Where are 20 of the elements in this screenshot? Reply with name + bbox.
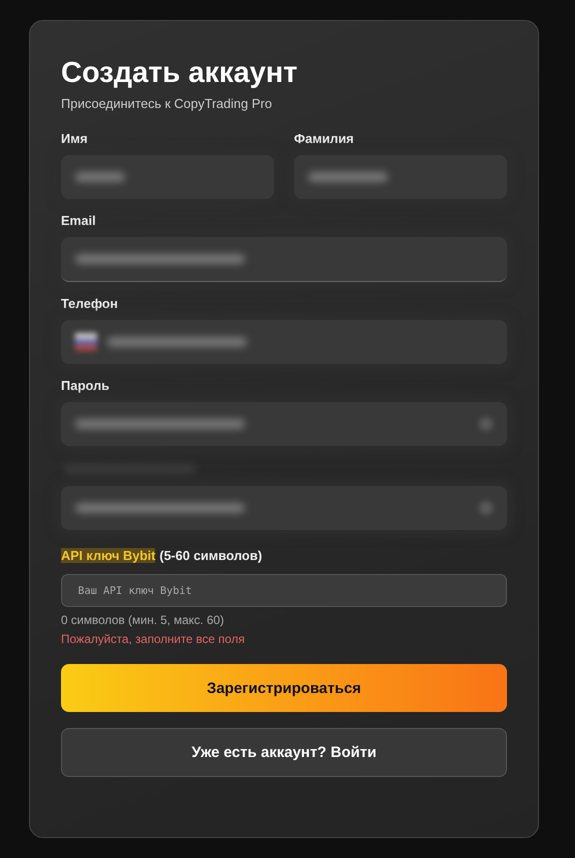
login-button[interactable]: Уже есть аккаунт? Войти	[61, 728, 507, 777]
api-key-input[interactable]: Ваш API ключ Bybit	[61, 574, 507, 607]
highlighted-label: API ключ Bybit	[61, 548, 156, 563]
label-hint: (5-60 символов)	[159, 548, 262, 563]
blurred-field[interactable]	[61, 402, 507, 446]
blurred-field[interactable]	[61, 155, 274, 199]
field-label: Email	[61, 213, 97, 228]
blurred-field[interactable]	[61, 237, 507, 282]
form-title: Создать аккаунт	[61, 56, 298, 91]
form-subtitle: Присоединитесь к CopyTrading Pro	[61, 96, 273, 111]
character-counter: 0 символов (мин. 5, макс. 60)	[61, 613, 226, 627]
field-label: Пароль	[61, 378, 110, 393]
blurred-field[interactable]	[61, 320, 507, 364]
blurred-field[interactable]	[294, 155, 507, 199]
register-button[interactable]: Зарегистрироваться	[61, 664, 507, 712]
field-label: Имя	[61, 131, 89, 146]
field-label: Телефон	[61, 296, 119, 311]
field-label: Фамилия	[294, 131, 355, 146]
blurred-field[interactable]	[61, 486, 507, 530]
error-message: Пожалуйста, заполните все поля	[61, 632, 246, 646]
